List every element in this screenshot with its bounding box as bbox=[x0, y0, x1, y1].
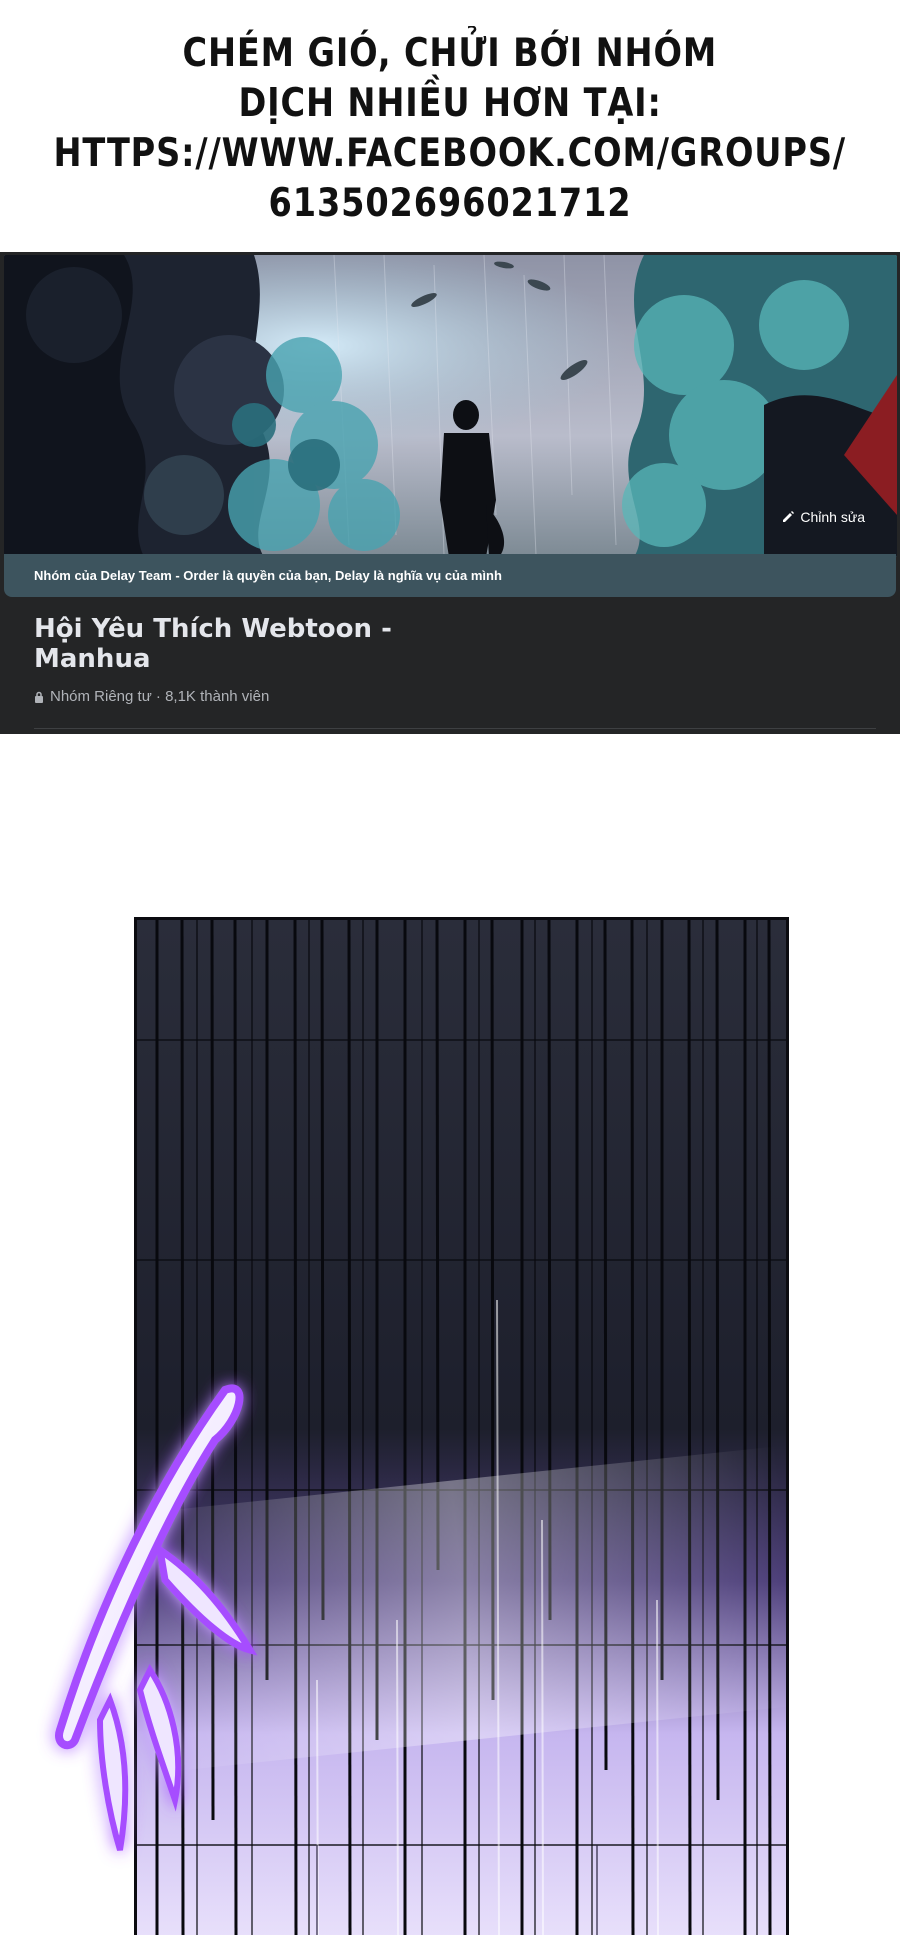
glowing-claw-art bbox=[55, 1384, 258, 1851]
promo-line-1: CHÉM GIÓ, CHỬI BỚI NHÓM bbox=[182, 31, 718, 76]
group-card: Chỉnh sửa Nhóm của Delay Team - Order là… bbox=[0, 252, 900, 734]
group-name-line-2: Manhua bbox=[34, 644, 151, 674]
group-name-line-1: Hội Yêu Thích Webtoon - bbox=[34, 614, 392, 644]
lock-icon bbox=[35, 691, 43, 703]
group-cover-image: Chỉnh sửa bbox=[4, 255, 897, 557]
group-meta: Nhóm Riêng tư · 8,1K thành viên bbox=[34, 688, 269, 705]
edit-cover-label: Chỉnh sửa bbox=[800, 509, 865, 525]
card-divider bbox=[34, 728, 876, 729]
group-cover-caption: Nhóm của Delay Team - Order là quyền của… bbox=[4, 554, 896, 597]
promo-header: CHÉM GIÓ, CHỬI BỚI NHÓM DỊCH NHIỀU HƠN T… bbox=[0, 0, 900, 250]
promo-line-4: 613502696021712 bbox=[268, 181, 632, 226]
pencil-icon bbox=[783, 511, 795, 522]
group-privacy-members: Nhóm Riêng tư · 8,1K thành viên bbox=[50, 688, 270, 705]
edit-cover-button[interactable]: Chỉnh sửa bbox=[781, 509, 865, 525]
group-name[interactable]: Hội Yêu Thích Webtoon - Manhua bbox=[34, 614, 434, 674]
promo-line-2: DỊCH NHIỀU HƠN TẠI: bbox=[238, 81, 662, 126]
promo-line-3: HTTPS://WWW.FACEBOOK.COM/GROUPS/ bbox=[53, 131, 847, 176]
